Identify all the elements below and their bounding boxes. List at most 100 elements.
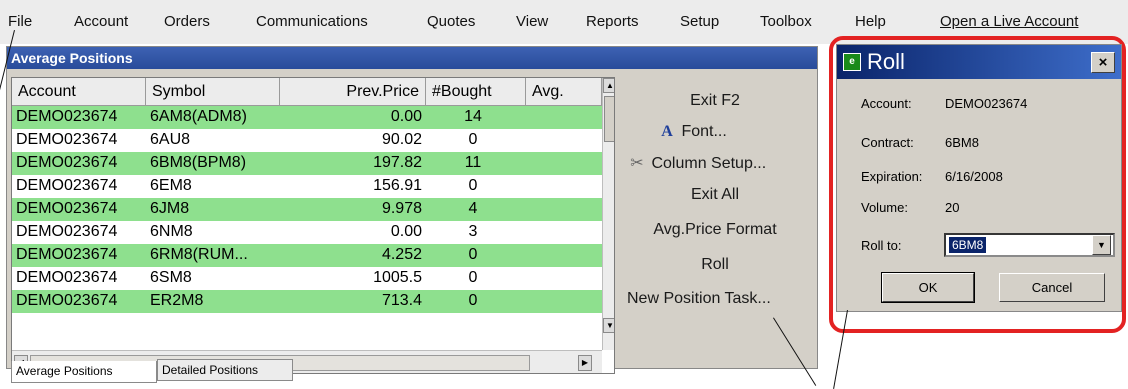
menu-view[interactable]: View [516, 13, 548, 30]
exit-f2-button[interactable]: Exit F2 [619, 87, 811, 115]
roll-to-select[interactable]: 6BM8 ▼ [944, 233, 1115, 257]
cancel-button[interactable]: Cancel [999, 273, 1105, 302]
account-value: DEMO023674 [945, 96, 1028, 111]
grid-rows: DEMO023674 6AM8(ADM8) 0.00 14 DEMO023674… [12, 106, 602, 350]
contract-label: Contract: [861, 135, 914, 150]
cell-bought: 0 [468, 131, 478, 148]
column-setup-button[interactable]: ✂ Column Setup... [619, 149, 811, 177]
window-title: Average Positions [7, 47, 817, 69]
cell-prev-price: 0.00 [390, 108, 422, 125]
roll-title: Roll [867, 49, 905, 74]
menu-communications[interactable]: Communications [256, 13, 368, 30]
cell-account: DEMO023674 [16, 269, 118, 286]
cell-prev-price: 1005.5 [373, 269, 422, 286]
cell-prev-price: 197.82 [373, 154, 422, 171]
cell-bought: 0 [468, 246, 478, 263]
roll-to-selected-value: 6BM8 [949, 237, 987, 253]
table-row[interactable]: DEMO023674 6BM8(BPM8) 197.82 11 [12, 152, 602, 175]
menu-orders[interactable]: Orders [164, 13, 210, 30]
menu-help[interactable]: Help [855, 13, 886, 30]
cell-account: DEMO023674 [16, 177, 118, 194]
volume-label: Volume: [861, 200, 908, 215]
font-button[interactable]: A Font... [619, 118, 811, 146]
menu-account[interactable]: Account [74, 13, 128, 30]
cell-symbol: ER2M8 [150, 292, 204, 309]
roll-button[interactable]: Roll [619, 251, 811, 279]
table-row[interactable]: DEMO023674 6RM8(RUM... 4.252 0 [12, 244, 602, 267]
cell-prev-price: 0.00 [390, 223, 422, 240]
cell-account: DEMO023674 [16, 292, 118, 309]
cell-bought: 0 [468, 177, 478, 194]
cell-bought: 14 [464, 108, 482, 125]
cell-bought: 4 [468, 200, 478, 217]
cell-symbol: 6BM8(BPM8) [150, 154, 247, 171]
cell-account: DEMO023674 [16, 131, 118, 148]
menu-setup[interactable]: Setup [680, 13, 719, 30]
actions-panel: Exit F2 A Font... ✂ Column Setup... Exit… [619, 77, 811, 347]
new-position-task-button[interactable]: New Position Task... [619, 285, 811, 313]
cell-bought: 0 [468, 269, 478, 286]
exit-all-button[interactable]: Exit All [619, 181, 811, 209]
contract-value: 6BM8 [945, 135, 979, 150]
column-header-prev-price[interactable]: Prev.Price [280, 78, 426, 106]
column-header-bought[interactable]: #Bought [426, 78, 526, 106]
cell-symbol: 6EM8 [150, 177, 192, 194]
table-row[interactable]: DEMO023674 ER2M8 713.4 0 [12, 290, 602, 313]
chevron-down-icon[interactable]: ▼ [1092, 235, 1111, 255]
tab-average-positions[interactable]: Average Positions [11, 361, 157, 383]
cell-prev-price: 9.978 [381, 200, 422, 217]
scroll-down-icon[interactable]: ▼ [603, 318, 614, 333]
cell-symbol: 6JM8 [150, 200, 190, 217]
close-icon[interactable]: × [1091, 52, 1115, 73]
table-row[interactable]: DEMO023674 6AM8(ADM8) 0.00 14 [12, 106, 602, 129]
cell-bought: 11 [464, 154, 482, 171]
volume-value: 20 [945, 200, 960, 215]
table-row[interactable]: DEMO023674 6AU8 90.02 0 [12, 129, 602, 152]
menu-quotes[interactable]: Quotes [427, 13, 475, 30]
font-icon: A [661, 123, 673, 140]
roll-to-label: Roll to: [861, 238, 902, 253]
cell-prev-price: 90.02 [381, 131, 422, 148]
column-header-account[interactable]: Account [12, 78, 146, 106]
column-header-symbol[interactable]: Symbol [146, 78, 280, 106]
cell-prev-price: 713.4 [381, 292, 422, 309]
cell-symbol: 6RM8(RUM... [150, 246, 248, 263]
average-positions-window: Average Positions Account Symbol Prev.Pr… [6, 46, 818, 383]
font-button-label: Font... [681, 123, 727, 140]
expiration-value: 6/16/2008 [945, 169, 1003, 184]
account-label: Account: [861, 96, 912, 111]
app-logo-icon: e [843, 53, 861, 71]
ok-button[interactable]: OK [881, 272, 975, 303]
tab-detailed-positions[interactable]: Detailed Positions [157, 359, 293, 381]
menu-file[interactable]: File [8, 13, 32, 30]
table-row[interactable]: DEMO023674 6JM8 9.978 4 [12, 198, 602, 221]
cell-symbol: 6AU8 [150, 131, 191, 148]
cell-symbol: 6AM8(ADM8) [150, 108, 247, 125]
cell-prev-price: 156.91 [373, 177, 422, 194]
cell-account: DEMO023674 [16, 246, 118, 263]
scroll-right-icon[interactable]: ▶ [578, 355, 592, 371]
cell-account: DEMO023674 [16, 223, 118, 240]
column-header-avg[interactable]: Avg. [526, 78, 602, 106]
table-row[interactable]: DEMO023674 6SM8 1005.5 0 [12, 267, 602, 290]
menu-toolbox[interactable]: Toolbox [760, 13, 812, 30]
menu-reports[interactable]: Reports [586, 13, 639, 30]
column-setup-label: Column Setup... [651, 155, 767, 172]
roll-dialog: e Roll × Account: DEMO023674 Contract: 6… [836, 44, 1122, 312]
scroll-thumb[interactable] [604, 96, 614, 142]
cell-bought: 0 [468, 292, 478, 309]
cell-prev-price: 4.252 [381, 246, 422, 263]
cell-symbol: 6SM8 [150, 269, 192, 286]
menu-open-live-account[interactable]: Open a Live Account [940, 13, 1078, 30]
cell-symbol: 6NM8 [150, 223, 193, 240]
vertical-scrollbar[interactable]: ▲ ▼ [602, 78, 614, 350]
roll-title-bar: e Roll × [837, 45, 1121, 79]
cell-bought: 3 [468, 223, 478, 240]
positions-grid: Account Symbol Prev.Price #Bought Avg. D… [11, 77, 615, 374]
cell-account: DEMO023674 [16, 200, 118, 217]
cell-account: DEMO023674 [16, 108, 118, 125]
table-row[interactable]: DEMO023674 6NM8 0.00 3 [12, 221, 602, 244]
table-row[interactable]: DEMO023674 6EM8 156.91 0 [12, 175, 602, 198]
scroll-up-icon[interactable]: ▲ [603, 78, 614, 93]
avg-price-format-button[interactable]: Avg.Price Format [619, 216, 811, 244]
